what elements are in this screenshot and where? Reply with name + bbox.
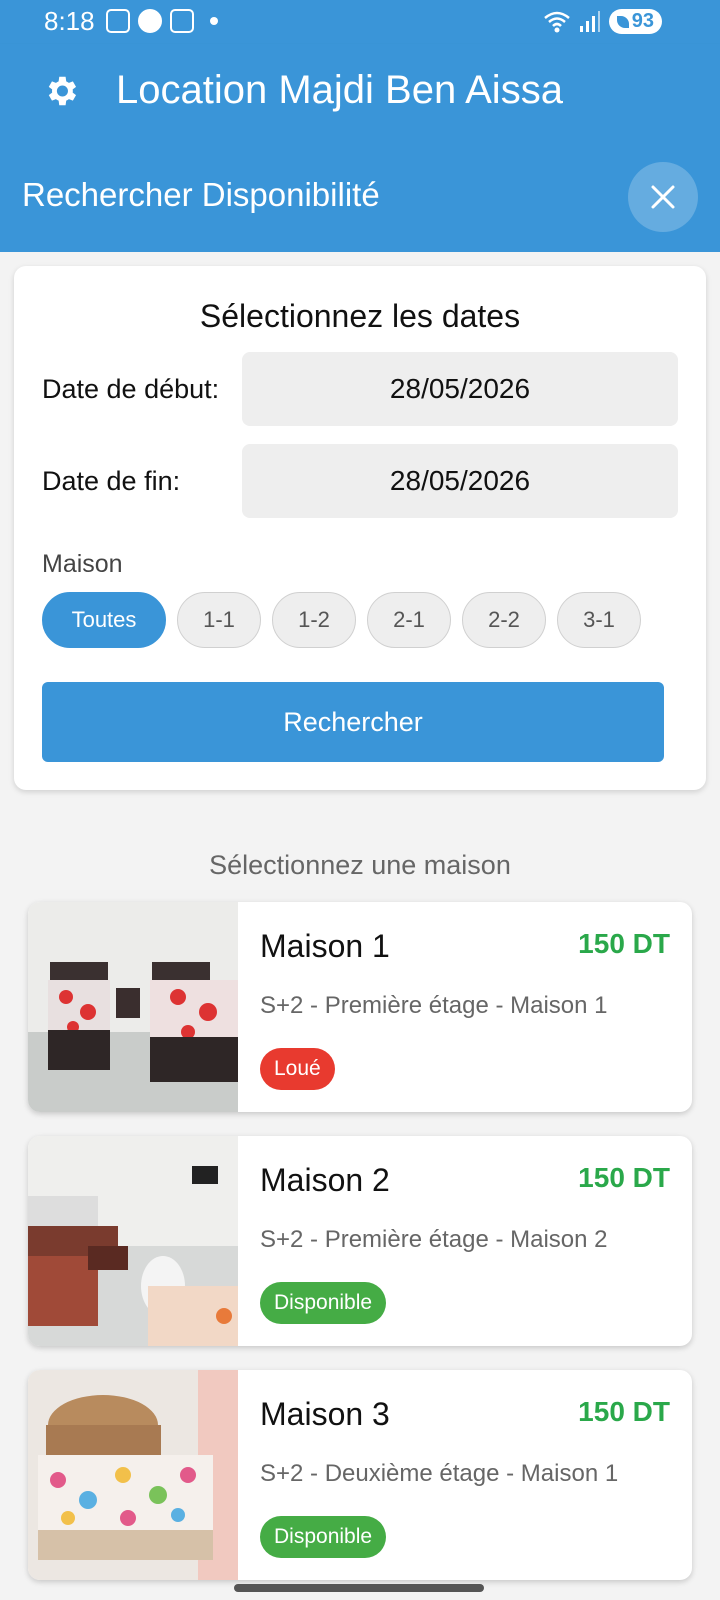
system-icons: 93 — [543, 9, 662, 34]
house-photo — [28, 1370, 238, 1580]
app-title: Location Majdi Ben Aissa — [116, 68, 563, 112]
maison-label: Maison — [42, 550, 123, 578]
gallery-icon — [170, 9, 194, 33]
status-badge: Disponible — [260, 1516, 387, 1558]
card-title: Sélectionnez les dates — [199, 298, 521, 334]
end-date-label: Date de fin: — [42, 466, 181, 496]
house-card[interactable]: Maison 3 150 DT S+2 - Deuxième étage - M… — [28, 1370, 692, 1580]
house-name: Maison 1 — [260, 928, 390, 964]
house-description: S+2 - Première étage - Maison 2 — [260, 1226, 608, 1253]
wifi-icon — [543, 11, 570, 32]
status-badge: Disponible — [260, 1282, 387, 1324]
battery-level: 93 — [631, 10, 654, 32]
house-card[interactable]: Maison 2 150 DT S+2 - Première étage - M… — [28, 1136, 692, 1346]
house-description: S+2 - Deuxième étage - Maison 1 — [260, 1460, 619, 1487]
screenshot-icon — [106, 9, 130, 33]
gear-icon[interactable] — [42, 72, 80, 110]
house-price: 150 DT — [578, 1162, 670, 1193]
section-label: Sélectionnez une maison — [209, 850, 511, 880]
end-date-field[interactable]: 28/05/2026 — [242, 444, 678, 518]
close-icon — [651, 185, 675, 209]
status-time: 8:18 — [44, 6, 95, 36]
notification-icons — [106, 9, 218, 33]
chip-1-1[interactable]: 1-1 — [177, 592, 261, 648]
more-notifications-icon — [210, 17, 218, 25]
house-name: Maison 2 — [260, 1162, 390, 1198]
app-bar: Location Majdi Ben Aissa — [0, 44, 720, 140]
house-price: 150 DT — [578, 928, 670, 959]
search-button[interactable]: Rechercher — [42, 682, 664, 762]
status-badge: Loué — [260, 1048, 335, 1090]
start-date-field[interactable]: 28/05/2026 — [242, 352, 678, 426]
house-price: 150 DT — [578, 1396, 670, 1427]
start-date-label: Date de début: — [42, 374, 220, 404]
signal-icon — [579, 10, 600, 32]
search-header: Rechercher Disponibilité — [0, 140, 720, 252]
house-photo — [28, 902, 238, 1112]
chip-toutes[interactable]: Toutes — [42, 592, 166, 648]
house-name: Maison 3 — [260, 1396, 390, 1432]
chip-3-1[interactable]: 3-1 — [557, 592, 641, 648]
date-selection-card: Sélectionnez les dates Date de début: 28… — [14, 266, 706, 790]
chip-2-1[interactable]: 2-1 — [367, 592, 451, 648]
search-title: Rechercher Disponibilité — [22, 176, 380, 213]
chat-icon — [138, 9, 162, 33]
battery-saver-icon — [616, 15, 629, 28]
chip-1-2[interactable]: 1-2 — [272, 592, 356, 648]
status-bar: 8:18 93 — [0, 0, 720, 44]
close-button[interactable] — [628, 162, 698, 232]
house-description: S+2 - Première étage - Maison 1 — [260, 992, 608, 1019]
house-card[interactable]: Maison 1 150 DT S+2 - Première étage - M… — [28, 902, 692, 1112]
battery-indicator: 93 — [608, 9, 662, 34]
house-photo — [28, 1136, 238, 1346]
house-filter-chips: Toutes 1-1 1-2 2-1 2-2 3-1 — [42, 592, 641, 648]
chip-2-2[interactable]: 2-2 — [462, 592, 546, 648]
home-indicator[interactable] — [234, 1584, 484, 1592]
